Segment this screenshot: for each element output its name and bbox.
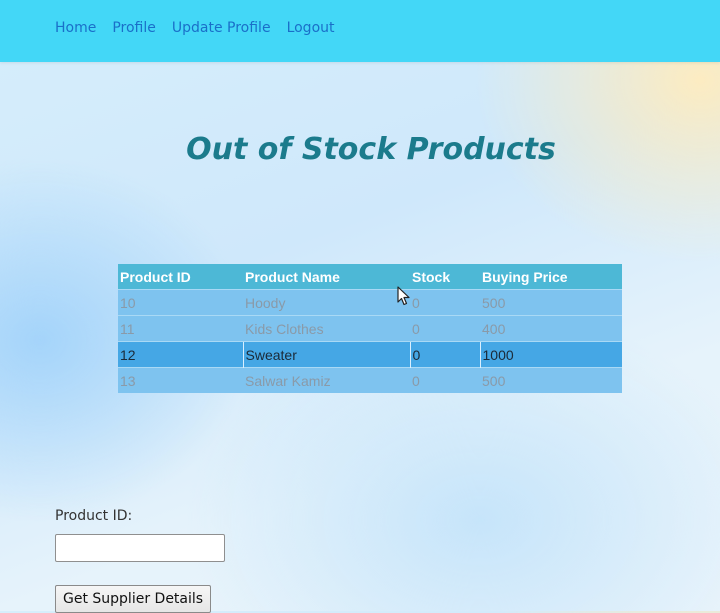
cell-stock: 0 [409, 341, 480, 368]
cell-product-id: 13 [118, 367, 243, 393]
cell-product-name: Kids Clothes [243, 315, 410, 342]
cell-product-id: 10 [118, 289, 243, 316]
cell-product-name: Salwar Kamiz [243, 367, 410, 393]
nav-link-update-profile[interactable]: Update Profile [172, 20, 271, 36]
mouse-pointer-icon [397, 286, 410, 306]
out-of-stock-table: Product ID Product Name Stock Buying Pri… [118, 264, 622, 393]
table-header-row: Product ID Product Name Stock Buying Pri… [118, 264, 622, 290]
product-id-label: Product ID: [55, 508, 133, 524]
cell-buying-price: 500 [480, 367, 622, 393]
cell-stock: 0 [410, 367, 480, 393]
cell-product-name: Hoody [243, 289, 410, 316]
page-title: Out of Stock Products [186, 132, 556, 167]
cell-buying-price: 500 [480, 289, 622, 316]
column-header-stock: Stock [410, 264, 480, 290]
cell-buying-price: 1000 [479, 341, 622, 368]
cell-product-name: Sweater [242, 341, 410, 368]
table-row[interactable]: 10 Hoody 0 500 [118, 289, 622, 316]
cell-stock: 0 [410, 289, 480, 316]
column-header-product-id: Product ID [118, 264, 243, 290]
cell-buying-price: 400 [480, 315, 622, 342]
get-supplier-details-button[interactable]: Get Supplier Details [55, 585, 212, 613]
nav-links: Home Profile Update Profile Logout [55, 20, 351, 36]
cell-product-id: 11 [118, 315, 243, 342]
table-row-selected[interactable]: 12 Sweater 0 1000 [118, 341, 622, 368]
column-header-product-name: Product Name [243, 264, 410, 290]
top-navbar: Home Profile Update Profile Logout [0, 0, 720, 62]
nav-link-profile[interactable]: Profile [112, 20, 156, 36]
nav-link-home[interactable]: Home [55, 20, 96, 36]
nav-link-logout[interactable]: Logout [287, 20, 335, 36]
product-id-input[interactable] [55, 534, 225, 562]
column-header-buying-price: Buying Price [480, 264, 622, 290]
table-row[interactable]: 13 Salwar Kamiz 0 500 [118, 367, 622, 393]
table-row[interactable]: 11 Kids Clothes 0 400 [118, 315, 622, 342]
cell-product-id: 12 [118, 341, 243, 368]
cell-stock: 0 [410, 315, 480, 342]
